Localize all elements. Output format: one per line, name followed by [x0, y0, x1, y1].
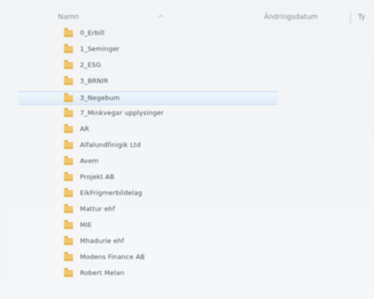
folder-icon	[64, 107, 73, 117]
folder-name: AR	[80, 125, 90, 133]
folder-icon	[64, 203, 73, 213]
folder-row[interactable]: MIE	[18, 218, 278, 232]
folder-name: Alfalundfinigik Ltd	[80, 141, 141, 149]
folder-icon	[64, 75, 73, 85]
folder-row-selected[interactable]: 3_Negebum	[18, 91, 278, 105]
folder-row[interactable]: 1_Seminger	[18, 42, 278, 56]
folder-icon	[64, 251, 73, 261]
file-explorer-window: Namn ︿ Ändringsdatum Ty 0_Erbill 1_Semin…	[0, 0, 374, 299]
folder-icon	[64, 139, 73, 149]
folder-icon	[64, 123, 73, 133]
folder-row[interactable]: Projekt AB	[18, 170, 278, 184]
folder-name: Mhadurie ehf	[80, 237, 125, 245]
folder-name: MIE	[80, 221, 92, 229]
folder-row[interactable]: Alfalundfinigik Ltd	[18, 138, 278, 152]
folder-name: EikFrigmerbildelag	[80, 189, 143, 197]
folder-icon	[64, 92, 73, 102]
folder-icon	[64, 27, 73, 37]
folder-name: 3_Negebum	[80, 94, 120, 102]
folder-name: 0_Erbill	[80, 29, 105, 37]
column-header-date-modified[interactable]: Ändringsdatum	[264, 13, 318, 21]
column-header-bar: Namn ︿ Ändringsdatum Ty	[28, 10, 374, 26]
column-header-type[interactable]: Ty	[358, 13, 365, 21]
folder-name: Avem	[80, 157, 99, 165]
folder-row[interactable]: Mhadurie ehf	[18, 234, 278, 248]
folder-icon	[64, 171, 73, 181]
folder-icon	[64, 43, 73, 53]
folder-name: Projekt AB	[80, 173, 115, 181]
folder-name: Modens Finance AB	[80, 253, 145, 261]
folder-row[interactable]: EikFrigmerbildelag	[18, 186, 278, 200]
folder-name: 7_Minkvegar upplysinger	[80, 109, 164, 117]
folder-row[interactable]: Robert Melan	[18, 266, 278, 280]
folder-row[interactable]: 7_Minkvegar upplysinger	[18, 106, 278, 120]
sort-ascending-icon: ︿	[158, 12, 165, 19]
folder-row[interactable]: Avem	[18, 154, 278, 168]
folder-row[interactable]: 2_ESG	[18, 58, 278, 72]
folder-row[interactable]: 0_Erbill	[18, 26, 278, 40]
folder-row[interactable]: Modens Finance AB	[18, 250, 278, 264]
folder-name: 2_ESG	[80, 61, 102, 69]
folder-icon	[64, 59, 73, 69]
folder-name: Robert Melan	[80, 269, 125, 277]
folder-icon	[64, 267, 73, 277]
column-header-name[interactable]: Namn	[58, 13, 79, 21]
folder-icon	[64, 155, 73, 165]
folder-name: 1_Seminger	[80, 45, 120, 53]
folder-row[interactable]: Mattur ehf	[18, 202, 278, 216]
folder-row[interactable]: 3_BRNIR	[18, 74, 278, 88]
folder-name: Mattur ehf	[80, 205, 115, 213]
folder-icon	[64, 219, 73, 229]
folder-row[interactable]: AR	[18, 122, 278, 136]
folder-name: 3_BRNIR	[80, 77, 109, 85]
folder-icon	[64, 235, 73, 245]
folder-icon	[64, 187, 73, 197]
column-divider[interactable]	[350, 12, 351, 24]
